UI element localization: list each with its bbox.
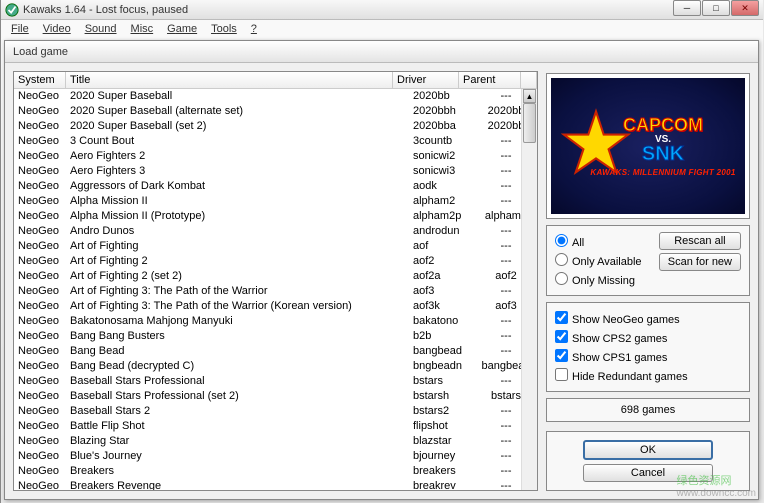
table-row[interactable]: NeoGeoBakatonosama Mahjong Manyukibakato… xyxy=(14,314,537,329)
right-panel: CAPCOM VS. SNK KAWAKS: MILLENNIUM FIGHT … xyxy=(546,71,750,491)
main-window: Kawaks 1.64 - Lost focus, paused ─ □ ✕ F… xyxy=(0,0,763,503)
radio-all[interactable]: All xyxy=(555,232,642,251)
col-system[interactable]: System xyxy=(14,72,66,88)
titlebar: Kawaks 1.64 - Lost focus, paused ─ □ ✕ xyxy=(1,0,763,20)
scroll-thumb[interactable] xyxy=(523,103,536,143)
check-cps1[interactable]: Show CPS1 games xyxy=(555,347,741,366)
table-row[interactable]: NeoGeoBlazing Starblazstar--- xyxy=(14,434,537,449)
preview-subtitle: KAWAKS: MILLENNIUM FIGHT 2001 xyxy=(590,168,735,177)
window-controls: ─ □ ✕ xyxy=(673,0,759,16)
table-row[interactable]: NeoGeoAero Fighters 3sonicwi3--- xyxy=(14,164,537,179)
col-scrollpad xyxy=(521,72,537,88)
maximize-button[interactable]: □ xyxy=(702,0,730,16)
table-row[interactable]: NeoGeoBang Bang Bustersb2b--- xyxy=(14,329,537,344)
check-hide-redundant[interactable]: Hide Redundant games xyxy=(555,366,741,385)
show-panel: Show NeoGeo games Show CPS2 games Show C… xyxy=(546,302,750,392)
table-row[interactable]: NeoGeoAndro Dunosandrodun--- xyxy=(14,224,537,239)
table-row[interactable]: NeoGeoArt of Fighting 2 (set 2)aof2aaof2 xyxy=(14,269,537,284)
table-row[interactable]: NeoGeoBaseball Stars Professional (set 2… xyxy=(14,389,537,404)
menu-misc[interactable]: Misc xyxy=(125,23,160,35)
filter-panel: All Only Available Only Missing Rescan a… xyxy=(546,225,750,296)
menubar: File Video Sound Misc Game Tools ? xyxy=(1,20,763,38)
table-row[interactable]: NeoGeoArt of Fighting 3: The Path of the… xyxy=(14,284,537,299)
table-row[interactable]: NeoGeoBaseball Stars Professionalbstars-… xyxy=(14,374,537,389)
table-row[interactable]: NeoGeoBlue's Journeybjourney--- xyxy=(14,449,537,464)
preview-snk: SNK xyxy=(590,143,735,166)
menu-sound[interactable]: Sound xyxy=(79,23,123,35)
preview-capcom: CAPCOM xyxy=(590,115,735,136)
table-row[interactable]: NeoGeoAggressors of Dark Kombataodk--- xyxy=(14,179,537,194)
menu-help[interactable]: ? xyxy=(245,23,263,35)
table-row[interactable]: NeoGeoAlpha Mission IIalpham2--- xyxy=(14,194,537,209)
table-row[interactable]: NeoGeoAero Fighters 2sonicwi2--- xyxy=(14,149,537,164)
radio-only-available[interactable]: Only Available xyxy=(555,251,642,270)
load-game-dialog: Load game System Title Driver Parent Neo… xyxy=(4,40,759,500)
menu-video[interactable]: Video xyxy=(37,23,77,35)
check-cps2[interactable]: Show CPS2 games xyxy=(555,328,741,347)
table-row[interactable]: NeoGeoArt of Fighting 2aof2--- xyxy=(14,254,537,269)
preview-panel: CAPCOM VS. SNK KAWAKS: MILLENNIUM FIGHT … xyxy=(546,73,750,219)
table-row[interactable]: NeoGeo2020 Super Baseball2020bb--- xyxy=(14,89,537,104)
check-neogeo[interactable]: Show NeoGeo games xyxy=(555,309,741,328)
minimize-button[interactable]: ─ xyxy=(673,0,701,16)
col-parent[interactable]: Parent xyxy=(459,72,521,88)
table-row[interactable]: NeoGeoArt of Fightingaof--- xyxy=(14,239,537,254)
game-preview-image: CAPCOM VS. SNK KAWAKS: MILLENNIUM FIGHT … xyxy=(551,78,745,214)
table-row[interactable]: NeoGeoBaseball Stars 2bstars2--- xyxy=(14,404,537,419)
col-driver[interactable]: Driver xyxy=(393,72,459,88)
rescan-button[interactable]: Rescan all xyxy=(659,232,741,250)
table-row[interactable]: NeoGeoArt of Fighting 3: The Path of the… xyxy=(14,299,537,314)
list-body: NeoGeo2020 Super Baseball2020bb---NeoGeo… xyxy=(14,89,537,490)
table-row[interactable]: NeoGeo3 Count Bout3countb--- xyxy=(14,134,537,149)
scroll-up-icon[interactable]: ▲ xyxy=(523,89,536,103)
table-row[interactable]: NeoGeoBreakersbreakers--- xyxy=(14,464,537,479)
scan-new-button[interactable]: Scan for new xyxy=(659,253,741,271)
table-row[interactable]: NeoGeoBang Beadbangbead--- xyxy=(14,344,537,359)
window-title: Kawaks 1.64 - Lost focus, paused xyxy=(23,4,188,16)
dialog-buttons: OK Cancel xyxy=(546,431,750,491)
menu-tools[interactable]: Tools xyxy=(205,23,243,35)
ok-button[interactable]: OK xyxy=(583,440,713,460)
table-row[interactable]: NeoGeoAlpha Mission II (Prototype)alpham… xyxy=(14,209,537,224)
game-count: 698 games xyxy=(621,404,675,416)
table-row[interactable]: NeoGeo2020 Super Baseball (set 2)2020bba… xyxy=(14,119,537,134)
list-header: System Title Driver Parent xyxy=(14,72,537,89)
scrollbar[interactable]: ▲ xyxy=(521,89,537,490)
menu-game[interactable]: Game xyxy=(161,23,203,35)
cancel-button[interactable]: Cancel xyxy=(583,464,713,482)
table-row[interactable]: NeoGeoBattle Flip Shotflipshot--- xyxy=(14,419,537,434)
app-icon xyxy=(5,3,19,17)
table-row[interactable]: NeoGeoBreakers Revengebreakrev--- xyxy=(14,479,537,490)
game-list: System Title Driver Parent NeoGeo2020 Su… xyxy=(13,71,538,491)
count-panel: 698 games xyxy=(546,398,750,422)
col-title[interactable]: Title xyxy=(66,72,393,88)
radio-only-missing[interactable]: Only Missing xyxy=(555,270,642,289)
menu-file[interactable]: File xyxy=(5,23,35,35)
close-button[interactable]: ✕ xyxy=(731,0,759,16)
dialog-title: Load game xyxy=(5,41,758,63)
table-row[interactable]: NeoGeoBang Bead (decrypted C)bngbeadnban… xyxy=(14,359,537,374)
table-row[interactable]: NeoGeo2020 Super Baseball (alternate set… xyxy=(14,104,537,119)
